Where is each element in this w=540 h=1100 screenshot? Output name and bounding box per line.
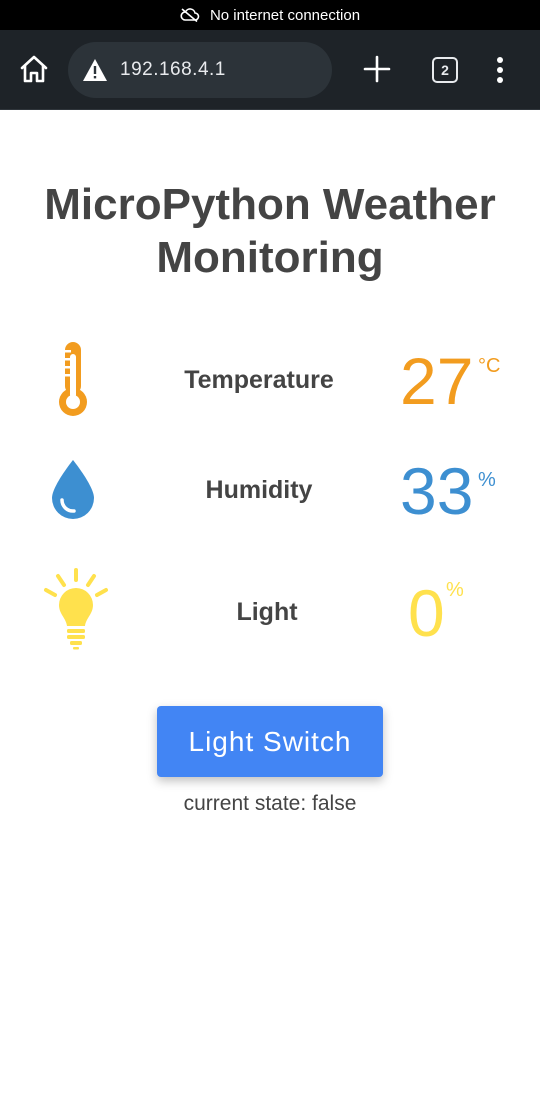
new-tab-icon[interactable]	[362, 54, 392, 84]
sensor-value: 27	[400, 344, 474, 418]
tab-count: 2	[441, 62, 449, 78]
warning-icon[interactable]	[82, 58, 108, 82]
page-title: MicroPython Weather Monitoring	[44, 180, 496, 282]
sensor-row-temperature: Temperature 27 °C	[0, 330, 540, 430]
thermometer-icon	[59, 342, 87, 416]
sensor-row-light: Light 0 %	[0, 560, 540, 660]
sensor-label: Light	[236, 598, 298, 626]
address-bar[interactable]: 192.168.4.1	[68, 42, 332, 98]
sensor-label: Temperature	[184, 366, 334, 394]
status-text: No internet connection	[209, 6, 361, 24]
more-menu-icon[interactable]	[490, 54, 510, 86]
current-state-text: current state: false	[183, 792, 357, 815]
sensor-unit: %	[478, 469, 496, 491]
sensor-unit: %	[446, 579, 464, 601]
sensor-value: 0	[408, 576, 445, 650]
browser-toolbar: 192.168.4.1 2	[0, 30, 540, 110]
cloud-off-icon	[180, 8, 200, 22]
status-bar: No internet connection	[0, 0, 540, 30]
sensor-value: 33	[400, 454, 474, 528]
sensor-label: Humidity	[205, 476, 313, 504]
home-icon[interactable]	[18, 53, 50, 85]
url-text[interactable]: 192.168.4.1	[120, 59, 226, 81]
light-switch-button[interactable]: Light Switch	[157, 706, 383, 777]
sensor-unit: °C	[478, 355, 501, 377]
sensor-row-humidity: Humidity 33 %	[0, 440, 540, 540]
light-bulb-icon	[44, 568, 108, 650]
water-drop-icon	[52, 460, 94, 519]
tab-switcher-button[interactable]: 2	[432, 57, 458, 83]
